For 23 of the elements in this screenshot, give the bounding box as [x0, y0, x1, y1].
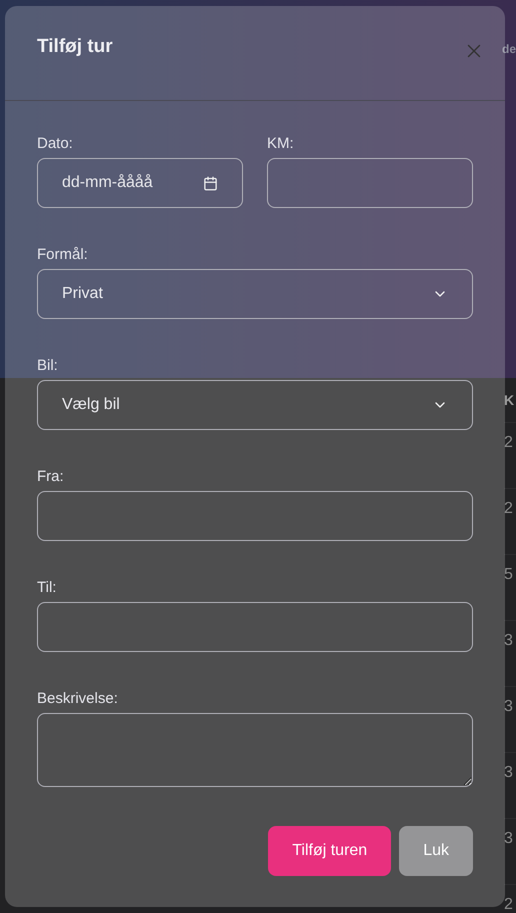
table-cell: 3	[504, 686, 516, 752]
close-dialog-button[interactable]: Luk	[399, 826, 473, 876]
select-field[interactable]: Privat	[37, 269, 473, 319]
add-button[interactable]: Tilføj turen	[268, 826, 392, 876]
table-cell: 3	[504, 818, 516, 884]
tab-text: de	[502, 42, 516, 56]
field-label: Beskrivelse:	[37, 690, 119, 708]
table-cell: 3	[504, 752, 516, 818]
field-label: Bil:	[37, 357, 59, 375]
table-cell: 2	[504, 488, 516, 554]
table-cell: 5	[504, 554, 516, 620]
dialog-title: Tilføj tur	[37, 36, 113, 58]
field-label: Fra:	[37, 468, 65, 486]
field-label: Dato:	[37, 135, 74, 153]
table-cell: 2	[504, 884, 516, 913]
table-cell: 3	[504, 620, 516, 686]
field-label: Formål:	[37, 246, 89, 264]
date-field[interactable]: dd-mm-åååå	[37, 158, 243, 208]
field-label: Til:	[37, 579, 58, 597]
column-header: K	[504, 391, 516, 410]
table-cell: 2	[504, 422, 516, 488]
select-field[interactable]: Vælg bil	[37, 380, 473, 430]
field-label: KM:	[267, 135, 295, 153]
